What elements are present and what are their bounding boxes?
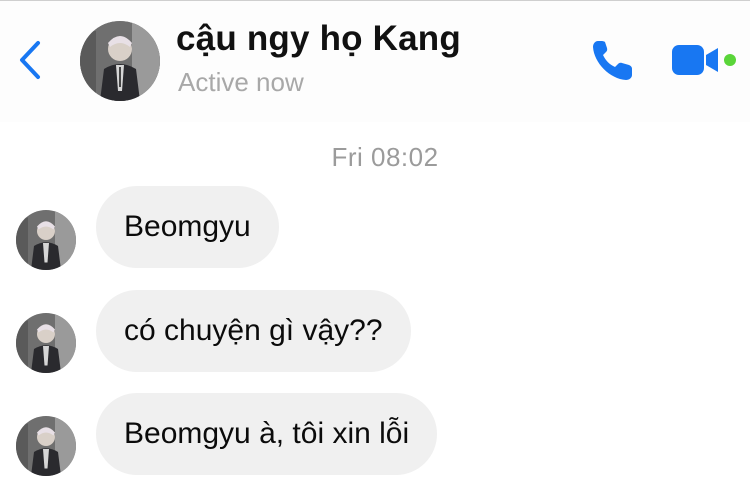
message-timestamp: Fri 08:02	[331, 142, 439, 172]
online-dot-icon	[724, 54, 736, 66]
sender-avatar[interactable]	[16, 313, 76, 373]
contact-avatar[interactable]	[80, 21, 160, 101]
message-bubble[interactable]: Beomgyu	[96, 186, 279, 268]
active-status: Active now	[178, 67, 304, 97]
message-bubble[interactable]: có chuyện gì vậy??	[96, 290, 411, 372]
sender-avatar[interactable]	[16, 210, 76, 270]
message-bubble[interactable]: Beomgyu à, tôi xin lỗi	[96, 393, 438, 475]
chat-screen: cậu ngy họ Kang Active now Fri 08:02 Beo…	[0, 0, 750, 492]
chevron-left-icon	[20, 41, 40, 79]
video-camera-icon	[672, 45, 736, 75]
sender-avatar[interactable]	[16, 416, 76, 476]
back-button[interactable]	[14, 37, 46, 83]
chat-header: cậu ngy họ Kang Active now	[0, 0, 750, 122]
video-call-button[interactable]	[666, 39, 742, 81]
phone-icon	[593, 41, 632, 80]
contact-name[interactable]: cậu ngy họ Kang	[176, 19, 461, 59]
call-button[interactable]	[588, 35, 638, 85]
